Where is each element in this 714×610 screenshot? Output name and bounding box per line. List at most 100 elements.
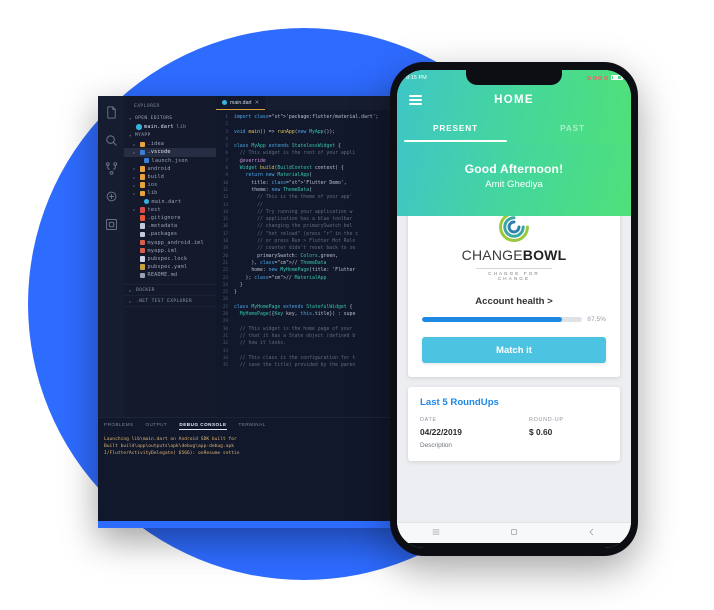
search-icon[interactable]: [104, 133, 119, 148]
console-tab[interactable]: PROBLEMS: [104, 422, 134, 430]
tree-item[interactable]: pubspec.yaml: [124, 263, 216, 271]
line-number: 35: [222, 363, 228, 369]
code-line: }: [234, 282, 243, 288]
roundup-date: 04/22/2019: [420, 427, 462, 437]
brand-logo-block: CHANGEBOWL CHANGE FOR CHANGE: [422, 216, 606, 281]
tree-item-label: .vscode: [147, 149, 171, 156]
code-line: return new MaterialApp(: [245, 173, 313, 179]
project-section[interactable]: ▾ MYAPP: [124, 131, 216, 140]
console-tab[interactable]: TERMINAL: [239, 422, 266, 430]
line-number: 26: [222, 297, 228, 303]
roundups-col-amount: ROUND-UP: [529, 417, 564, 423]
tab-present[interactable]: PRESENT: [397, 115, 514, 142]
tree-item[interactable]: myapp.iml: [124, 247, 216, 255]
tree-item-label: main.dart: [151, 198, 182, 205]
phone-mockup: 8:15 PM HOME PRESENT PAST Good Afternoon…: [390, 62, 638, 556]
tree-item-label: .metadata: [147, 223, 178, 230]
tree-item[interactable]: ▸ build: [124, 173, 216, 181]
vscode-window: EXPLORER ▾ OPEN EDITORS main.dart lib ▾ …: [98, 96, 408, 528]
console-tab[interactable]: DEBUG CONSOLE: [179, 422, 227, 430]
code-content[interactable]: import class="st">'package:flutter/mater…: [231, 110, 408, 417]
battery-icon: [611, 74, 623, 81]
console-tab[interactable]: OUTPUT: [146, 422, 168, 430]
account-health-link[interactable]: Account health >: [422, 296, 606, 307]
changebowl-swirl-logo: [497, 216, 531, 244]
tree-item-label: myapp.iml: [147, 247, 178, 254]
line-number-gutter: 1 2 3 4 5 6 7 8 9 10 11 12 13 14 15 16 17 18 19 20 21 22 23 24 2…: [216, 110, 231, 417]
line-number: 33: [222, 348, 228, 354]
tree-item[interactable]: pubspec.lock: [124, 255, 216, 263]
code-line: import class="st">'package:flutter/mater…: [234, 115, 379, 120]
tree-item[interactable]: ▸ lib: [124, 189, 216, 197]
greeting-line: Good Afternoon!: [464, 162, 564, 176]
line-number: 4: [225, 136, 228, 142]
brand-name: CHANGEBOWL: [462, 247, 567, 263]
line-number: 25: [222, 290, 228, 296]
source-control-icon[interactable]: [104, 161, 119, 176]
folder-test-icon: [139, 207, 145, 213]
recents-icon[interactable]: [431, 524, 441, 542]
git-file-icon: [139, 215, 145, 221]
tree-item[interactable]: README.md: [124, 271, 216, 279]
tree-item[interactable]: ▸ .idea: [124, 140, 216, 148]
code-line: home: new MyHomePage(title: 'Flutter: [234, 268, 356, 274]
signal-rings-icon: [592, 75, 597, 80]
close-icon[interactable]: ✕: [255, 100, 260, 106]
extensions-icon[interactable]: [104, 217, 119, 232]
yaml-file-icon: [139, 264, 145, 270]
folder-icon: [139, 190, 145, 197]
code-line: class MyApp extends StatelessWidget {: [234, 144, 341, 150]
tree-item[interactable]: main.dart: [124, 198, 216, 206]
tree-item-label: .packages: [147, 231, 178, 238]
tree-item[interactable]: myapp_android.iml: [124, 238, 216, 246]
line-number: 15: [222, 217, 228, 223]
home-square-icon[interactable]: [509, 524, 519, 542]
docker-panel-header[interactable]: ▸ DOCKER: [124, 285, 216, 297]
code-line: }: [234, 290, 237, 296]
editor-area: main.dart ✕ 1 2 3 4 5 6 7 8 9 10 11 12 13 14 15 16 17 18 1…: [216, 96, 408, 417]
line-number: 2: [225, 122, 228, 128]
line-number: 30: [222, 326, 228, 332]
phone-notch: [466, 70, 562, 85]
back-chevron-icon[interactable]: [587, 524, 597, 542]
tree-item[interactable]: .gitignore: [124, 214, 216, 222]
open-editor-item[interactable]: main.dart lib: [124, 123, 216, 131]
open-editors-section[interactable]: ▾ OPEN EDITORS: [124, 114, 216, 123]
line-number: 6: [225, 151, 228, 157]
match-it-button[interactable]: Match it: [422, 337, 606, 363]
line-number: 12: [222, 195, 228, 201]
tree-item[interactable]: launch.json: [124, 157, 216, 165]
tab-past[interactable]: PAST: [514, 115, 631, 142]
tree-item[interactable]: ▸ ios: [124, 181, 216, 189]
editor-tab-main-dart[interactable]: main.dart ✕: [216, 96, 266, 110]
tree-item[interactable]: .metadata: [124, 222, 216, 230]
line-number: 23: [222, 275, 228, 281]
code-line: // This widget is the home page of your: [234, 326, 353, 332]
tree-item[interactable]: ▸ test: [124, 206, 216, 214]
chevron-right-icon: ▸: [133, 174, 136, 180]
tree-item[interactable]: ▸ android: [124, 165, 216, 173]
files-icon[interactable]: [104, 105, 119, 120]
tree-item-label: build: [147, 174, 165, 181]
brand-name-light: CHANGE: [461, 247, 523, 263]
screenshot-stage: EXPLORER ▾ OPEN EDITORS main.dart lib ▾ …: [0, 0, 714, 610]
tree-item-label: lib: [147, 190, 158, 197]
editor-tab-label: main.dart: [230, 99, 252, 106]
line-number: 14: [222, 209, 228, 215]
debug-icon[interactable]: [104, 189, 119, 204]
status-time: 8:15 PM: [406, 74, 427, 81]
code-line: primarySwatch: Colors.green,: [234, 253, 338, 259]
code-line: Widget build(BuildContext context) {: [239, 166, 344, 172]
brand-name-bold: BOWL: [522, 247, 567, 263]
line-number: 17: [222, 231, 228, 237]
hamburger-menu-icon[interactable]: [409, 95, 422, 105]
line-number: 34: [222, 355, 228, 361]
markdown-icon: [139, 272, 145, 279]
tree-item[interactable]: .packages: [124, 230, 216, 238]
tree-item[interactable]: ▸ .vscode: [124, 148, 216, 157]
dotnet-test-explorer-header[interactable]: ▸ .NET TEST EXPLORER: [124, 296, 216, 308]
chevron-right-icon: ▸: [133, 141, 136, 147]
code-line: // This class is the configuration for t: [234, 355, 356, 361]
